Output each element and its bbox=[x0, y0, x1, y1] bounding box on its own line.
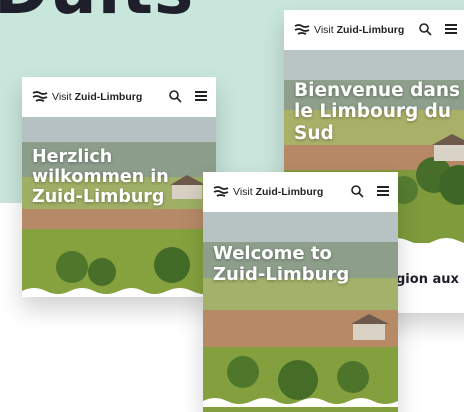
zuid-limburg-logo-icon bbox=[32, 91, 48, 102]
search-icon[interactable] bbox=[418, 22, 432, 36]
hero-line-2: Zuid-Limburg bbox=[213, 263, 350, 285]
hero-image: Welcome to Zuid-Limburg bbox=[203, 212, 398, 412]
wave-divider bbox=[203, 398, 398, 407]
card-german: Visit Zuid-Limburg Herzlich wilkommen in… bbox=[22, 77, 216, 297]
landscape-illustration bbox=[203, 212, 398, 412]
hero-heading: Herzlich wilkommen in Zuid-Limburg bbox=[32, 147, 169, 207]
card-header: Visit Zuid-Limburg bbox=[203, 172, 398, 212]
card-header: Visit Zuid-Limburg bbox=[284, 10, 464, 50]
search-icon[interactable] bbox=[350, 184, 364, 198]
hamburger-menu-icon[interactable] bbox=[444, 22, 458, 36]
page-headline: Duits bbox=[0, 0, 194, 24]
hamburger-menu-icon[interactable] bbox=[376, 184, 390, 198]
hero-line-2: wilkommen in bbox=[32, 167, 169, 188]
brand-name: Zuid-Limburg bbox=[336, 24, 405, 36]
hero-heading: Welcome to Zuid-Limburg bbox=[213, 243, 350, 285]
brand-name: Zuid-Limburg bbox=[255, 186, 324, 198]
hero-line-1: Herzlich bbox=[32, 147, 113, 167]
brand-prefix: Visit bbox=[233, 186, 253, 198]
brand-logo[interactable]: Visit Zuid-Limburg bbox=[294, 24, 404, 36]
card-header: Visit Zuid-Limburg bbox=[22, 77, 216, 117]
zuid-limburg-logo-icon bbox=[294, 24, 310, 35]
brand-name: Zuid-Limburg bbox=[74, 91, 143, 103]
hamburger-menu-icon[interactable] bbox=[194, 89, 208, 103]
brand-prefix: Visit bbox=[52, 91, 72, 103]
hero-line-3: Sud bbox=[294, 122, 334, 144]
brand-logo[interactable]: Visit Zuid-Limburg bbox=[32, 91, 142, 103]
brand-logo[interactable]: Visit Zuid-Limburg bbox=[213, 186, 323, 198]
search-icon[interactable] bbox=[168, 89, 182, 103]
hero-line-3: Zuid-Limburg bbox=[32, 187, 165, 208]
hero-line-2: le Limbourg du bbox=[294, 101, 452, 123]
hero-line-1: Welcome to bbox=[213, 243, 332, 264]
brand-prefix: Visit bbox=[314, 24, 334, 36]
hero-image: Herzlich wilkommen in Zuid-Limburg bbox=[22, 117, 216, 297]
hero-heading: Bienvenue dans le Limbourg du Sud bbox=[294, 80, 460, 144]
wave-divider bbox=[22, 288, 216, 297]
hero-line-1: Bienvenue dans bbox=[294, 80, 461, 101]
zuid-limburg-logo-icon bbox=[213, 186, 229, 197]
card-english: Visit Zuid-Limburg Welcome to Zuid-Limbu… bbox=[203, 172, 398, 412]
card-body-snippet: gion aux bbox=[396, 272, 464, 287]
